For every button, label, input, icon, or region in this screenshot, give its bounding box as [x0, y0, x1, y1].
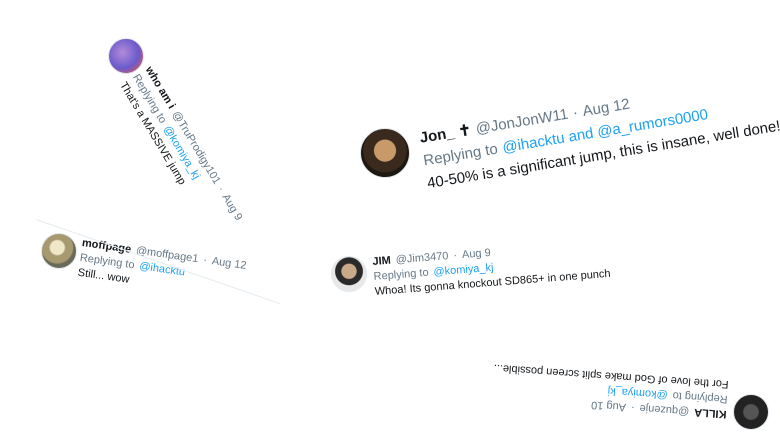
display-name[interactable]: KILLA — [694, 404, 727, 421]
separator: · — [571, 104, 580, 122]
tweet-reply[interactable]: KILLA @quzenje · Aug 10 Replying to @kom… — [491, 360, 729, 421]
separator: · — [452, 249, 458, 262]
tweet-reply[interactable]: who am i @TruProdigy101 · Aug 9 Replying… — [115, 64, 245, 239]
avatar[interactable] — [331, 256, 367, 292]
separator: · — [630, 401, 636, 414]
avatar[interactable] — [41, 233, 77, 269]
display-name[interactable]: JIM — [372, 254, 391, 270]
avatar[interactable] — [360, 128, 410, 178]
tweet-reply[interactable]: moffpage @moffpage1 · Aug 12 Replying to… — [77, 236, 248, 304]
avatar[interactable] — [733, 394, 769, 430]
avatar[interactable] — [108, 38, 144, 74]
tweet-reply[interactable]: Jon_ ✝ @JonJonW11 · Aug 12 Replying to @… — [418, 69, 780, 195]
timestamp[interactable]: Aug 10 — [591, 397, 627, 414]
separator: · — [202, 254, 208, 267]
tweet-reply[interactable]: JIM @Jim3470 · Aug 9 Replying to @komiya… — [372, 237, 611, 300]
